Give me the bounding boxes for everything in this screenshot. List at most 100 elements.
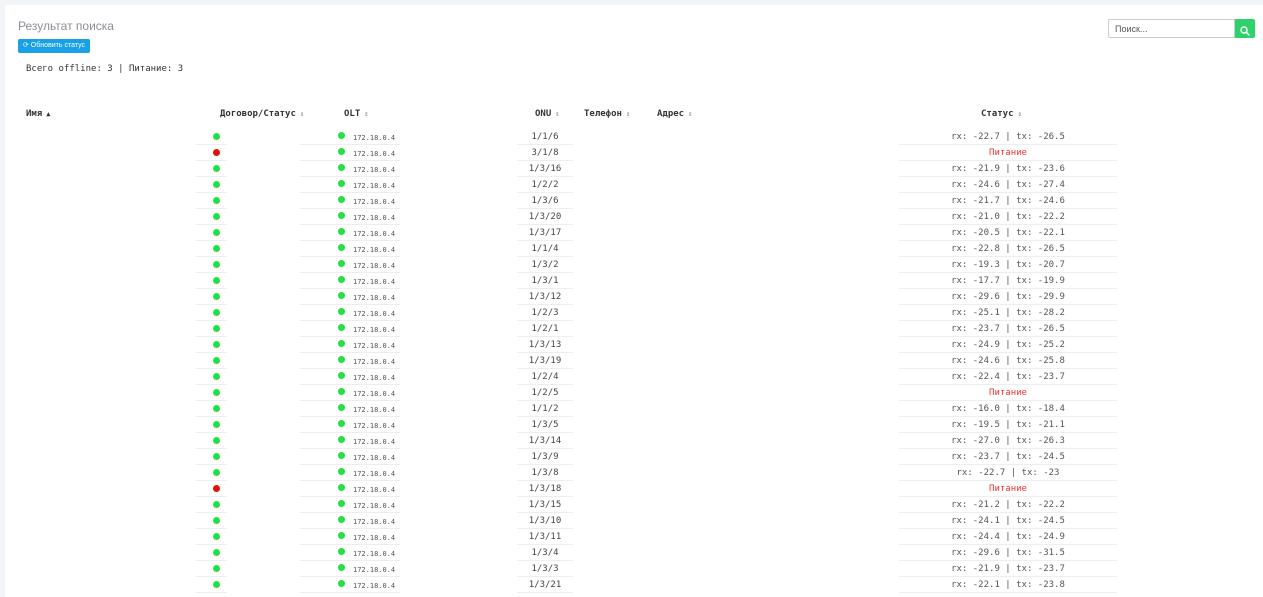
search-button[interactable] [1235,19,1255,38]
contract-status-cell [196,465,227,481]
contract-status-cell [196,177,227,193]
contract-status-cell [196,353,227,369]
table-row[interactable]: 172.18.0.4 1/1/6 rx: -22.7 | tx: -26.5 [5,129,1263,145]
column-header-onu[interactable]: ONU ⇕ [535,109,559,119]
table-row[interactable]: 172.18.0.4 1/1/4 rx: -22.8 | tx: -26.5 [5,241,1263,257]
olt-online-dot-icon [338,292,345,299]
table-row[interactable]: 172.18.0.4 1/3/3 rx: -21.9 | tx: -23.7 [5,561,1263,577]
olt-cell: 172.18.0.4 [300,561,400,577]
table-row[interactable]: 172.18.0.4 1/3/15 rx: -21.2 | tx: -22.2 [5,497,1263,513]
olt-cell: 172.18.0.4 [300,273,400,289]
column-header-olt[interactable]: OLT ⇕ [344,109,368,119]
onu-cell: 1/3/19 [517,353,573,369]
status-dot-icon [213,229,220,236]
table-row[interactable]: 172.18.0.4 1/3/19 rx: -24.6 | tx: -25.8 [5,353,1263,369]
olt-cell: 172.18.0.4 [300,177,400,193]
signal-status-cell: Питание [899,481,1117,497]
onu-cell: 1/2/5 [517,385,573,401]
table-row[interactable]: 172.18.0.4 1/3/11 rx: -24.4 | tx: -24.9 [5,529,1263,545]
onu-cell: 1/3/11 [517,529,573,545]
table-row[interactable]: 172.18.0.4 1/3/10 rx: -24.1 | tx: -24.5 [5,513,1263,529]
contract-status-cell [196,529,227,545]
olt-online-dot-icon [338,244,345,251]
sort-icon: ⇕ [688,110,693,118]
table-row[interactable]: 172.18.0.4 1/3/20 rx: -21.0 | tx: -22.2 [5,209,1263,225]
onu-cell: 1/3/17 [517,225,573,241]
olt-ip: 172.18.0.4 [353,534,396,542]
onu-cell: 1/3/6 [517,193,573,209]
table-row[interactable]: 172.18.0.4 1/3/4 rx: -29.6 | tx: -31.5 [5,545,1263,561]
search-icon [1240,25,1250,36]
table-row[interactable]: 172.18.0.4 1/3/14 rx: -27.0 | tx: -26.3 [5,433,1263,449]
status-dot-icon [213,277,220,284]
table-row[interactable]: 172.18.0.4 1/2/2 rx: -24.6 | tx: -27.4 [5,177,1263,193]
olt-cell: 172.18.0.4 [300,401,400,417]
column-header-status[interactable]: Статус ⇕ [981,109,1022,119]
table-row[interactable]: 172.18.0.4 1/3/6 rx: -21.7 | tx: -24.6 [5,193,1263,209]
contract-status-cell [196,497,227,513]
olt-online-dot-icon [338,388,345,395]
olt-ip: 172.18.0.4 [353,374,396,382]
signal-status-cell: rx: -29.6 | tx: -31.5 [899,545,1117,561]
table-row[interactable]: 172.18.0.4 1/3/9 rx: -23.7 | tx: -24.5 [5,449,1263,465]
table-row[interactable]: 172.18.0.4 1/2/1 rx: -23.7 | tx: -26.5 [5,321,1263,337]
column-header-address[interactable]: Адрес ⇕ [657,109,692,119]
sort-asc-icon: ▲ [46,110,51,118]
contract-status-cell [196,257,227,273]
signal-status-cell: rx: -21.2 | tx: -22.2 [899,497,1117,513]
signal-status-cell: rx: -20.5 | tx: -22.1 [899,225,1117,241]
table-row[interactable]: 172.18.0.4 1/3/21 rx: -22.1 | tx: -23.8 [5,577,1263,593]
olt-cell: 172.18.0.4 [300,193,400,209]
page-title: Результат поиска [18,19,114,33]
table-row[interactable]: 172.18.0.4 1/2/3 rx: -25.1 | tx: -28.2 [5,305,1263,321]
contract-status-cell [196,577,227,593]
onu-cell: 1/3/5 [517,417,573,433]
table-row[interactable]: 172.18.0.4 1/3/17 rx: -20.5 | tx: -22.1 [5,225,1263,241]
olt-cell: 172.18.0.4 [300,449,400,465]
search-input[interactable] [1108,19,1235,38]
column-header-contract[interactable]: Договор/Статус ⇕ [220,109,304,119]
contract-status-cell [196,145,227,161]
table-row[interactable]: 172.18.0.4 1/3/2 rx: -19.3 | tx: -20.7 [5,257,1263,273]
olt-ip: 172.18.0.4 [353,550,396,558]
table-row[interactable]: 172.18.0.4 1/1/2 rx: -16.0 | tx: -18.4 [5,401,1263,417]
olt-online-dot-icon [338,372,345,379]
column-header-phone[interactable]: Телефон ⇕ [584,109,630,119]
refresh-status-button[interactable]: ⟳ Обновить статус [18,39,91,53]
table-row[interactable]: 172.18.0.4 1/3/5 rx: -19.5 | tx: -21.1 [5,417,1263,433]
table-row[interactable]: 172.18.0.4 3/1/8 Питание [5,145,1263,161]
status-dot-icon [213,549,220,556]
onu-cell: 1/3/18 [517,481,573,497]
olt-ip: 172.18.0.4 [353,470,396,478]
onu-cell: 1/3/9 [517,449,573,465]
olt-online-dot-icon [338,580,345,587]
contract-status-cell [196,545,227,561]
olt-ip: 172.18.0.4 [353,486,396,494]
table-row[interactable]: 172.18.0.4 1/3/8 rx: -22.7 | tx: -23 [5,465,1263,481]
signal-status-cell: rx: -22.4 | tx: -23.7 [899,369,1117,385]
sort-icon: ⇕ [364,110,369,118]
table-row[interactable]: 172.18.0.4 1/3/18 Питание [5,481,1263,497]
olt-online-dot-icon [338,468,345,475]
table-row[interactable]: 172.18.0.4 1/2/5 Питание [5,385,1263,401]
table-row[interactable]: 172.18.0.4 1/3/12 rx: -29.6 | tx: -29.9 [5,289,1263,305]
table-row[interactable]: 172.18.0.4 1/3/13 rx: -24.9 | tx: -25.2 [5,337,1263,353]
status-dot-icon [213,421,220,428]
olt-ip: 172.18.0.4 [353,582,396,590]
status-dot-icon [213,581,220,588]
status-dot-icon [213,245,220,252]
olt-cell: 172.18.0.4 [300,129,400,145]
olt-cell: 172.18.0.4 [300,369,400,385]
status-dot-icon [213,373,220,380]
table-row[interactable]: 172.18.0.4 1/3/16 rx: -21.9 | tx: -23.6 [5,161,1263,177]
column-header-name[interactable]: Имя ▲ [26,109,50,119]
status-dot-icon [213,261,220,268]
status-dot-icon [213,133,220,140]
table-row[interactable]: 172.18.0.4 1/3/1 rx: -17.7 | tx: -19.9 [5,273,1263,289]
results-table-body: 172.18.0.4 1/1/6 rx: -22.7 | tx: -26.5 172.… [5,129,1263,593]
olt-cell: 172.18.0.4 [300,385,400,401]
olt-online-dot-icon [338,548,345,555]
olt-ip: 172.18.0.4 [353,230,396,238]
olt-ip: 172.18.0.4 [353,278,396,286]
table-row[interactable]: 172.18.0.4 1/2/4 rx: -22.4 | tx: -23.7 [5,369,1263,385]
